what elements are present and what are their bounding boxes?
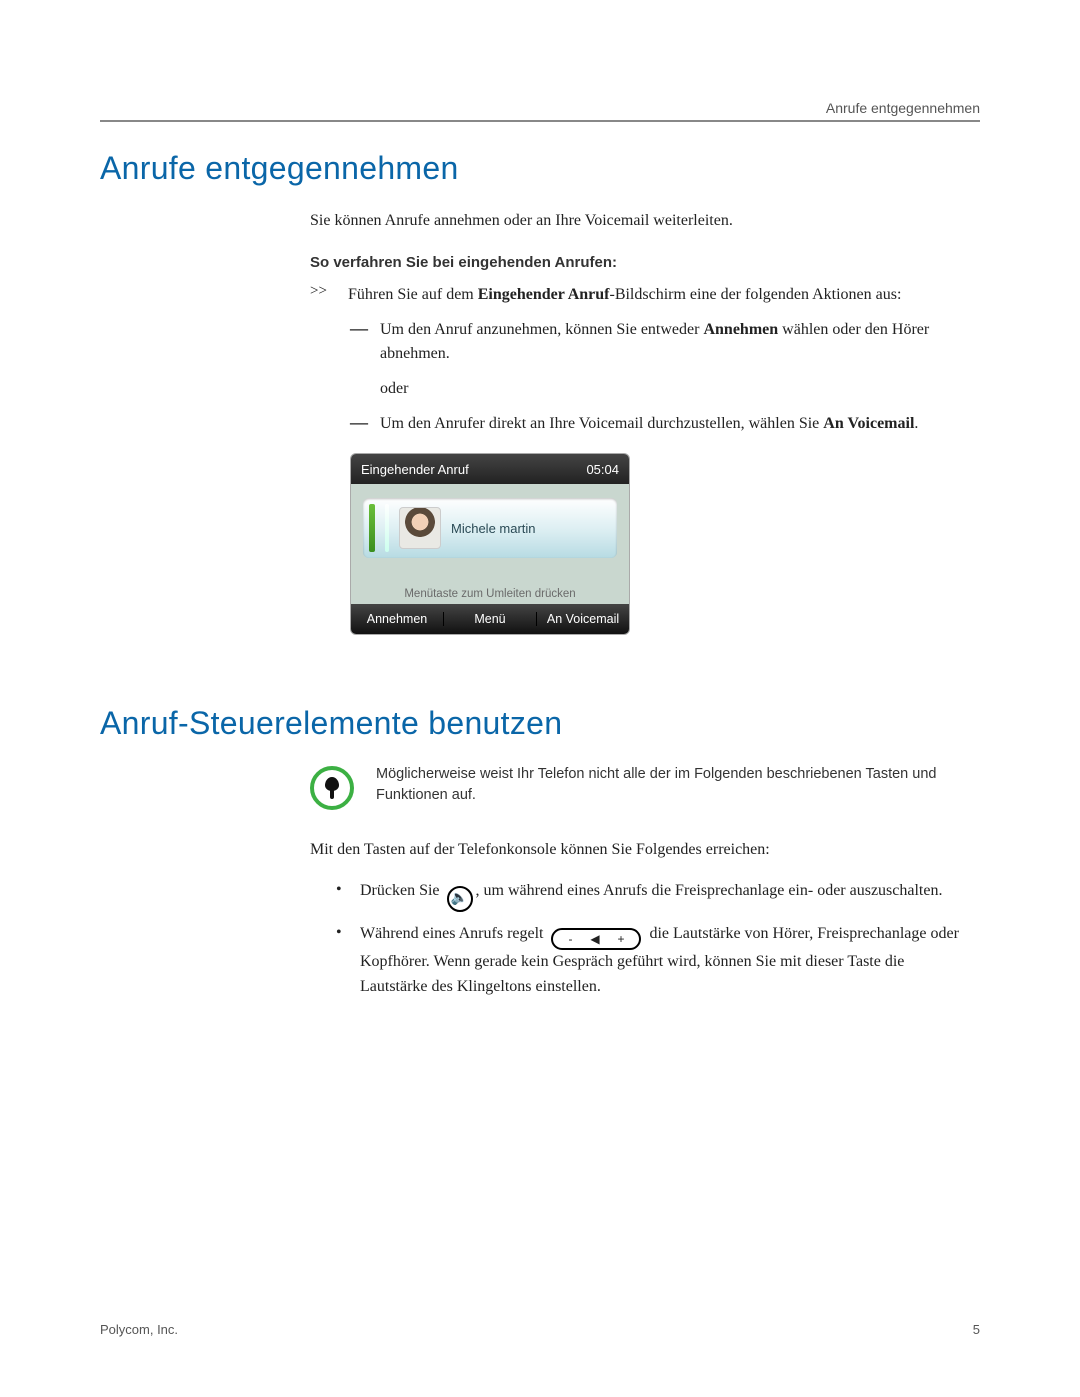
dash-marker-2: — — [350, 412, 370, 435]
d1p1: Um den Anruf anzunehmen, können Sie entw… — [380, 321, 703, 338]
vol-minus: - — [568, 930, 572, 949]
footer-company: Polycom, Inc. — [100, 1322, 178, 1337]
content: Anrufe entgegennehmen Sie können Anrufe … — [100, 150, 980, 1000]
running-header: Anrufe entgegennehmen — [826, 100, 980, 116]
bullet-list: • Drücken Sie 🔈, um während eines Anrufs… — [336, 879, 960, 1000]
section1-body: Sie können Anrufe annehmen oder an Ihre … — [310, 209, 960, 635]
footer-page-number: 5 — [973, 1322, 980, 1337]
phone-screenshot: Eingehender Anruf 05:04 Michele martin M… — [350, 453, 630, 635]
section1-subheading: So verfahren Sie bei eingehenden Anrufen… — [310, 254, 960, 271]
b2p1: Während eines Anrufs regelt — [360, 925, 547, 942]
section2-body: Mit den Tasten auf der Telefonkonsole kö… — [310, 838, 960, 1000]
note-row: Möglicherweise weist Ihr Telefon nicht a… — [310, 764, 960, 810]
ss-btn-menu: Menü — [444, 612, 537, 626]
section2-title: Anruf-Steuerelemente benutzen — [100, 705, 980, 742]
b1p2: , um während eines Anrufs die Freisprech… — [476, 882, 943, 899]
ss-titlebar: Eingehender Anruf 05:04 — [351, 454, 629, 484]
ss-caller-name: Michele martin — [451, 521, 536, 536]
ss-title: Eingehender Anruf — [361, 462, 469, 477]
or-label: oder — [380, 377, 960, 400]
dash-list: — Um den Anruf anzunehmen, können Sie en… — [350, 318, 960, 435]
b1p1: Drücken Sie — [360, 882, 444, 899]
dash-item-1: — Um den Anruf anzunehmen, können Sie en… — [350, 318, 960, 364]
ss-hint: Menütaste zum Umleiten drücken — [351, 588, 629, 600]
ss-stripe-light — [385, 504, 389, 552]
pin-glyph — [325, 777, 339, 799]
ss-caller-row: Michele martin — [363, 498, 617, 558]
ss-btn-accept: Annehmen — [351, 612, 444, 626]
bullet-1: • Drücken Sie 🔈, um während eines Anrufs… — [336, 879, 960, 912]
bullet2-text: Während eines Anrufs regelt -◀+ die Laut… — [360, 922, 960, 1000]
instruction-text: Führen Sie auf dem Eingehender Anruf-Bil… — [348, 283, 960, 306]
vol-speaker-icon: ◀ — [590, 930, 599, 949]
page: Anrufe entgegennehmen Anrufe entgegenneh… — [0, 0, 1080, 1397]
instr-p1: Führen Sie auf dem — [348, 286, 478, 303]
bullet-2: • Während eines Anrufs regelt -◀+ die La… — [336, 922, 960, 1000]
dash-item-2: — Um den Anrufer direkt an Ihre Voicemai… — [350, 412, 960, 435]
header-rule — [100, 120, 980, 122]
section1-intro: Sie können Anrufe annehmen oder an Ihre … — [310, 209, 960, 232]
instruction-row: >> Führen Sie auf dem Eingehender Anruf-… — [310, 283, 960, 306]
section1-title: Anrufe entgegennehmen — [100, 150, 980, 187]
or-row: oder — [350, 377, 960, 400]
d1b1: Annehmen — [703, 321, 778, 338]
chevron-marker: >> — [310, 283, 338, 306]
or-spacer — [350, 377, 370, 400]
d2b1: An Voicemail — [823, 415, 914, 432]
caller-photo-icon — [399, 507, 441, 549]
vol-plus: + — [617, 930, 624, 949]
dash1-text: Um den Anruf anzunehmen, können Sie entw… — [380, 318, 960, 364]
d2p1: Um den Anrufer direkt an Ihre Voicemail … — [380, 415, 823, 432]
section2-lead: Mit den Tasten auf der Telefonkonsole kö… — [310, 838, 960, 861]
speaker-button-icon: 🔈 — [447, 886, 473, 912]
ss-stripe-green — [369, 504, 375, 552]
bullet-dot-2: • — [336, 922, 346, 1000]
ss-btn-voicemail: An Voicemail — [537, 612, 629, 626]
d2p2: . — [914, 415, 918, 432]
section2: Anruf-Steuerelemente benutzen Möglicherw… — [100, 705, 980, 1000]
bullet-dot-1: • — [336, 879, 346, 912]
ss-softkey-bar: Annehmen Menü An Voicemail — [351, 604, 629, 634]
bullet1-text: Drücken Sie 🔈, um während eines Anrufs d… — [360, 879, 960, 912]
instr-b1: Eingehender Anruf — [478, 286, 610, 303]
dash2-text: Um den Anrufer direkt an Ihre Voicemail … — [380, 412, 960, 435]
note-text: Möglicherweise weist Ihr Telefon nicht a… — [376, 764, 960, 806]
ss-time: 05:04 — [586, 462, 619, 477]
volume-rocker-icon: -◀ + — [551, 928, 641, 950]
pin-icon — [310, 766, 354, 810]
instr-p2: -Bildschirm eine der folgenden Aktionen … — [609, 286, 901, 303]
dash-marker: — — [350, 318, 370, 364]
